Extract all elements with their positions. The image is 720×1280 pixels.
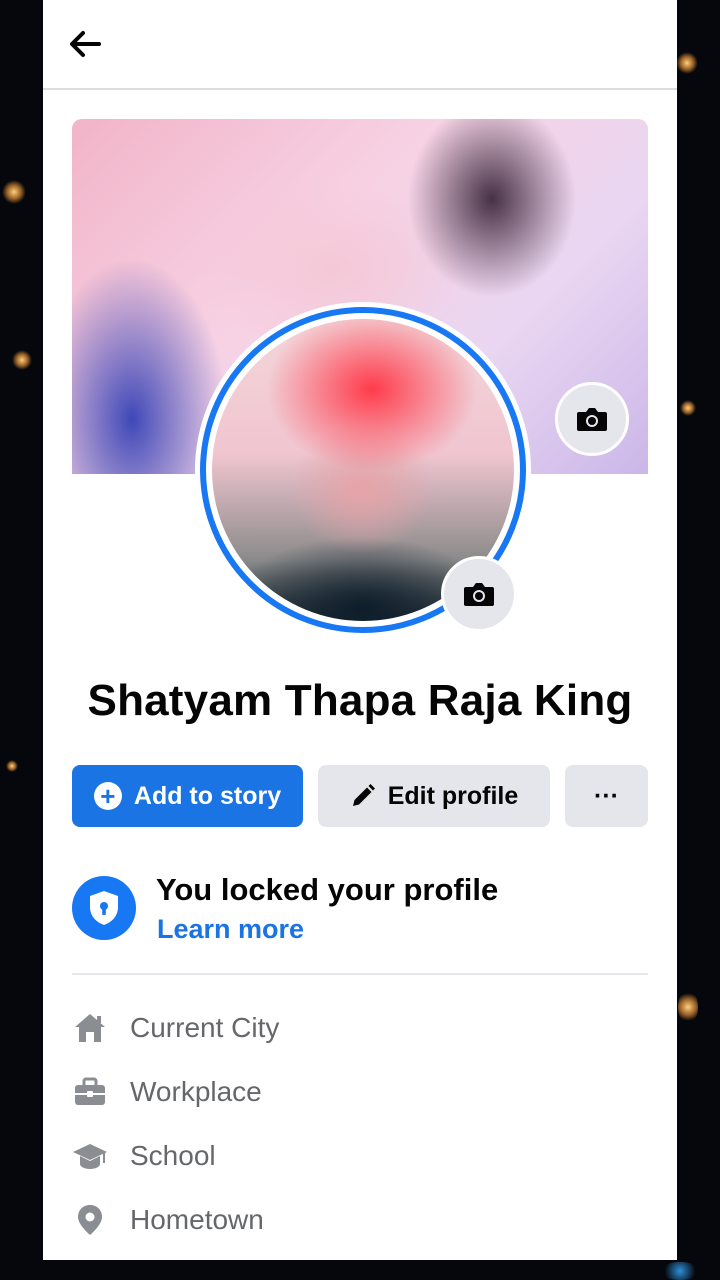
- intro-item-label: School: [130, 1140, 216, 1171]
- divider: [72, 973, 648, 975]
- camera-icon: [577, 408, 607, 431]
- profile-screen: Shatyam Thapa Raja King + Add to story E…: [43, 0, 677, 1260]
- profile-picture-camera-button[interactable]: [441, 556, 517, 632]
- plus-circle-icon: +: [93, 782, 122, 810]
- camera-icon: [464, 583, 494, 606]
- shield-lock-icon: [72, 876, 136, 940]
- back-button[interactable]: [63, 22, 107, 66]
- intro-item-school[interactable]: School: [72, 1124, 648, 1188]
- background-sparkle: [678, 990, 698, 1024]
- more-dots-icon: ···: [594, 781, 619, 810]
- intro-item-hometown[interactable]: Hometown: [72, 1188, 648, 1252]
- intro-item-label: Hometown: [130, 1204, 264, 1235]
- arrow-left-icon: [70, 31, 101, 57]
- edit-profile-button[interactable]: Edit profile: [318, 765, 550, 827]
- intro-item-label: Current City: [130, 1012, 280, 1043]
- home-icon: [72, 1010, 108, 1046]
- intro-item-label: Workplace: [130, 1076, 262, 1107]
- profile-name: Shatyam Thapa Raja King: [87, 676, 633, 725]
- background-sparkle: [12, 350, 32, 370]
- edit-profile-label: Edit profile: [387, 781, 519, 810]
- more-options-button[interactable]: ···: [565, 765, 648, 827]
- profile-lock-notice: You locked your profile Learn more: [72, 870, 648, 950]
- top-bar: [43, 0, 677, 90]
- graduation-cap-icon: [72, 1138, 108, 1174]
- add-to-story-button[interactable]: + Add to story: [72, 765, 303, 827]
- background-sparkle: [6, 760, 18, 772]
- background-sparkle: [676, 52, 698, 74]
- location-pin-icon: [72, 1202, 108, 1238]
- add-to-story-label: Add to story: [133, 781, 282, 810]
- intro-details: Current City Workplace School Hometown: [72, 996, 648, 1252]
- profile-actions: + Add to story Edit profile ···: [72, 765, 648, 827]
- briefcase-icon: [72, 1074, 108, 1110]
- intro-item-current-city[interactable]: Current City: [72, 996, 648, 1060]
- lock-notice-title: You locked your profile: [156, 872, 499, 907]
- intro-item-workplace[interactable]: Workplace: [72, 1060, 648, 1124]
- cover-camera-button[interactable]: [555, 382, 629, 456]
- background-glow: [660, 1262, 700, 1280]
- background-sparkle: [2, 180, 26, 204]
- pencil-icon: [352, 784, 375, 806]
- background-sparkle: [680, 400, 696, 416]
- learn-more-link[interactable]: Learn more: [157, 914, 304, 945]
